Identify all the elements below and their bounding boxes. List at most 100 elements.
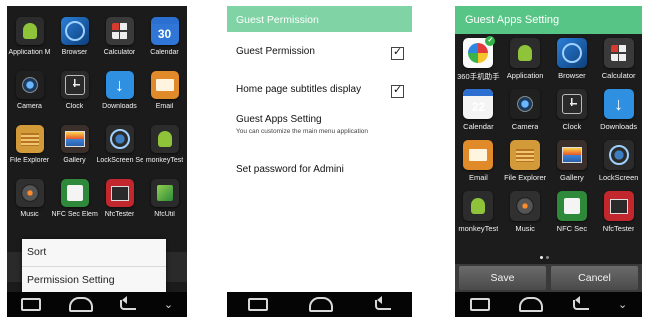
page-dot [546, 256, 549, 259]
app-label: NfcTester [104, 211, 135, 218]
app-tile[interactable]: Camera [502, 89, 549, 140]
nfc-icon [60, 179, 89, 207]
app-label: Calculator [103, 49, 136, 56]
app-label: LockScreen [598, 173, 639, 182]
nfc-tester-icon [603, 191, 634, 221]
gallery-icon [556, 140, 587, 170]
guest-apps-setting-row[interactable]: Guest Apps Setting You can customize the… [236, 114, 404, 136]
calendar-date: 22 [471, 100, 486, 114]
app-label: Camera [511, 122, 539, 131]
app-tile[interactable]: Calculator [97, 17, 142, 71]
app-tile[interactable]: Gallery [549, 140, 596, 191]
android-icon [150, 125, 179, 153]
navigation-bar [227, 292, 412, 317]
app-label: Music [20, 211, 39, 218]
nfc-icon [556, 191, 587, 221]
menu-item-sort[interactable]: Sort [22, 239, 166, 266]
app-tile[interactable]: Application M [7, 17, 52, 71]
app-label: 360手机助手 [457, 72, 500, 81]
back-icon[interactable] [120, 295, 137, 310]
title-bar: Guest Permission [227, 6, 412, 32]
app-label: Browser [61, 49, 88, 56]
app-tile[interactable]: File Explorer [7, 125, 52, 179]
app-label: Application M [8, 49, 51, 56]
app-tile[interactable]: LockScreen Se [97, 125, 143, 179]
app-tile[interactable]: Music [502, 191, 549, 242]
clock-icon [60, 71, 89, 99]
cancel-button[interactable]: Cancel [551, 266, 638, 290]
recent-apps-icon[interactable] [20, 298, 41, 311]
home-icon[interactable] [519, 297, 544, 312]
app-tile[interactable]: Downloads [595, 89, 642, 140]
back-icon[interactable] [572, 295, 589, 310]
app-tile[interactable]: NfcTester [97, 179, 142, 233]
app-tile[interactable]: 22 Calendar [455, 89, 502, 140]
app-tile[interactable]: Camera [7, 71, 52, 125]
calendar-icon: 30 [150, 17, 179, 45]
recent-apps-icon[interactable] [469, 298, 490, 311]
button-bar: Save Cancel [455, 264, 642, 292]
music-icon [510, 191, 541, 221]
app-tile[interactable]: NfcUtil [142, 179, 187, 233]
app-tile[interactable]: Email [142, 71, 187, 125]
app-tile[interactable]: Clock [52, 71, 97, 125]
context-menu: Sort Permission Setting [22, 239, 166, 293]
calendar-date: 30 [157, 27, 172, 41]
app-label: Downloads [102, 103, 137, 110]
downloads-icon [105, 71, 134, 99]
app-tile[interactable]: LockScreen [595, 140, 642, 191]
browser-icon [556, 38, 587, 68]
recent-apps-icon[interactable] [247, 298, 268, 311]
app-tile[interactable]: Browser [549, 38, 596, 89]
chevron-down-icon[interactable]: ⌄ [618, 298, 627, 311]
app-tile[interactable]: NfcTester [595, 191, 642, 242]
app-label: Clock [65, 103, 84, 110]
app-label: File Explorer [504, 173, 547, 182]
app-label: Email [155, 103, 174, 110]
app-tile[interactable]: NFC Sec Elem [51, 179, 98, 233]
app-tile[interactable]: monkeyTest [142, 125, 187, 179]
calculator-icon [105, 17, 134, 45]
guest-permission-screen: Guest Permission Guest Permission Home p… [227, 6, 412, 317]
app-tile[interactable]: Email [455, 140, 502, 191]
guest-permission-row[interactable]: Guest Permission [236, 45, 404, 60]
app-label: Gallery [63, 157, 86, 164]
app-label: monkeyTest [145, 157, 184, 164]
file-explorer-icon [510, 140, 541, 170]
home-icon[interactable] [68, 297, 93, 312]
menu-item-permission-setting[interactable]: Permission Setting [22, 266, 166, 294]
app-tile[interactable]: Application [502, 38, 549, 89]
app-tile[interactable]: NFC Sec [549, 191, 596, 242]
app-tile[interactable]: 30 Calendar [142, 17, 187, 71]
page-title: Guest Apps Setting [465, 14, 560, 26]
guest-permission-checkbox[interactable] [391, 45, 404, 60]
home-icon[interactable] [309, 297, 334, 312]
app-tile[interactable]: Calculator [595, 38, 642, 89]
email-icon [150, 71, 179, 99]
app-tile[interactable]: monkeyTest [455, 191, 502, 242]
app-tile[interactable]: Clock [549, 89, 596, 140]
app-label: Calculator [601, 71, 636, 80]
app-grid: Application M Browser Calculator 30 Calendar… [7, 17, 187, 233]
app-tile[interactable]: Downloads [97, 71, 142, 125]
file-explorer-icon [15, 125, 44, 153]
lockscreen-icon [105, 125, 134, 153]
subtitles-checkbox[interactable] [391, 83, 404, 98]
back-icon[interactable] [375, 295, 392, 310]
app-tile[interactable]: File Explorer [502, 140, 549, 191]
subtitles-row[interactable]: Home page subtitles display [236, 83, 404, 98]
set-password-label: Set password for Admini [236, 164, 344, 175]
lockscreen-icon [603, 140, 634, 170]
guest-apps-setting-screen: Guest Apps Setting 360手机助手 Application Bro… [455, 6, 642, 317]
app-tile[interactable]: Browser [52, 17, 97, 71]
chevron-down-icon[interactable]: ⌄ [164, 298, 173, 311]
app-tile[interactable]: Gallery [52, 125, 97, 179]
subtitles-label: Home page subtitles display [236, 84, 362, 95]
app-tile[interactable]: Music [7, 179, 52, 233]
calendar-header [150, 17, 179, 24]
navigation-bar: ⌄ [7, 292, 187, 317]
save-button[interactable]: Save [459, 266, 546, 290]
app-tile[interactable]: 360手机助手 [455, 36, 502, 89]
set-password-row[interactable]: Set password for Admini [236, 164, 404, 175]
app-label: NFC Sec Elem [51, 211, 98, 218]
